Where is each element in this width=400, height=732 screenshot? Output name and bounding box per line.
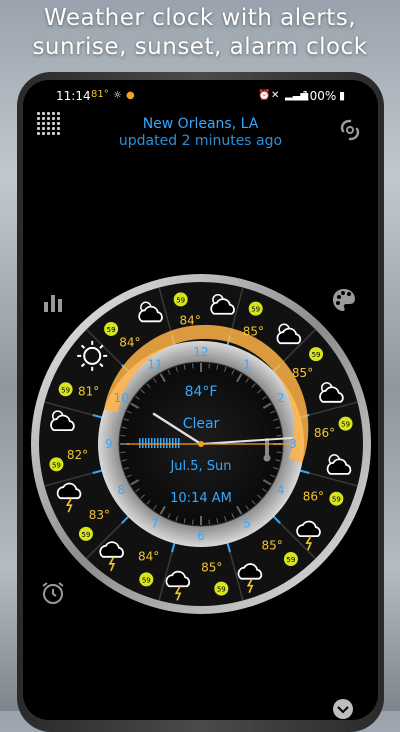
updated-label: updated 2 minutes ago (118, 133, 283, 149)
hour-number: 4 (277, 483, 285, 497)
minute-tick (192, 363, 194, 369)
minute-tick (120, 451, 126, 453)
current-temperature: 84°F (185, 384, 218, 400)
air-quality-value: 59 (217, 586, 226, 594)
precip-bar (145, 438, 147, 448)
minute-tick (192, 519, 194, 525)
current-time: 10:14 AM (170, 491, 232, 506)
forecast-temp: 85° (201, 561, 222, 575)
weather-clock-dial[interactable]: 121234567891011 84°F Clear Jul.5, Sun 10… (27, 270, 375, 618)
air-quality-value: 59 (142, 576, 151, 584)
precip-bar (169, 438, 171, 448)
precip-bar (154, 438, 156, 448)
alarm-status-icon: ⏰ (258, 90, 271, 101)
minute-tick (276, 451, 282, 453)
minute-tick (208, 519, 210, 525)
forecast-temp: 82° (67, 448, 88, 462)
air-quality-value: 59 (312, 351, 321, 359)
forecast-temp: 85° (292, 366, 313, 380)
forecast-temp: 85° (261, 539, 282, 553)
air-quality-value: 59 (176, 296, 185, 304)
hour-number: 8 (118, 483, 126, 497)
promo-line-2: sunrise, sunset, alarm clock (32, 34, 368, 60)
forecast-temp: 84° (180, 313, 201, 327)
minute-tick (276, 435, 282, 437)
location-label[interactable]: New Orleans, LA (23, 116, 378, 132)
promo-line-1: Weather clock with alerts, (43, 5, 357, 31)
status-temp: 81° (91, 89, 109, 100)
status-time: 11:14 (56, 89, 91, 103)
hurricane-icon[interactable] (338, 118, 362, 142)
forecast-temp: 85° (243, 325, 264, 339)
precip-bar (178, 438, 180, 448)
mute-icon: ✕ (271, 90, 280, 101)
weather-notif-icon: ☼ (113, 90, 122, 101)
precip-bar (172, 438, 174, 448)
precip-bar (139, 438, 141, 448)
hour-number: 5 (243, 517, 251, 531)
hour-number: 11 (147, 357, 162, 371)
hour-number: 7 (151, 517, 159, 531)
hour-number: 6 (197, 529, 205, 543)
precip-bar (148, 438, 150, 448)
air-quality-value: 59 (61, 386, 70, 394)
battery-icon: ▮ (339, 89, 346, 102)
precip-bar (166, 438, 168, 448)
air-quality-value: 59 (251, 306, 260, 314)
air-quality-value: 59 (81, 531, 90, 539)
forecast-temp: 81° (78, 385, 99, 399)
hour-number: 10 (114, 391, 129, 405)
hour-number: 2 (277, 391, 285, 405)
precip-bar (157, 438, 159, 448)
air-quality-value: 59 (286, 556, 295, 564)
minute-tick (120, 435, 126, 437)
hour-number: 9 (105, 437, 113, 451)
precip-bar (151, 438, 153, 448)
app-notif-icon: ● (126, 90, 135, 101)
status-bar: 11:14 81° ☼ ● ⏰ ✕ ▂▃▅ 100% ▮ (23, 88, 378, 108)
precip-bar (160, 438, 162, 448)
hour-number: 1 (243, 357, 251, 371)
air-quality-value: 59 (107, 326, 116, 334)
minute-tick (208, 363, 210, 369)
chevron-down-icon[interactable] (332, 698, 354, 720)
forecast-temp: 84° (119, 335, 140, 349)
precip-bar (175, 438, 177, 448)
battery-level: 100% (302, 89, 337, 103)
forecast-temp: 86° (303, 489, 324, 503)
hour-number: 12 (193, 345, 208, 359)
hand-pivot (198, 441, 204, 447)
current-condition: Clear (183, 416, 220, 432)
forecast-temp: 83° (89, 508, 110, 522)
forecast-temp: 86° (314, 426, 335, 440)
air-quality-value: 59 (332, 496, 341, 504)
precip-bar (142, 438, 144, 448)
current-date: Jul.5, Sun (169, 459, 231, 474)
precip-bar (163, 438, 165, 448)
forecast-temp: 84° (138, 549, 159, 563)
air-quality-value: 59 (52, 461, 61, 469)
app-screen: 11:14 81° ☼ ● ⏰ ✕ ▂▃▅ 100% ▮ New Orleans… (23, 80, 378, 720)
air-quality-value: 59 (341, 421, 350, 429)
